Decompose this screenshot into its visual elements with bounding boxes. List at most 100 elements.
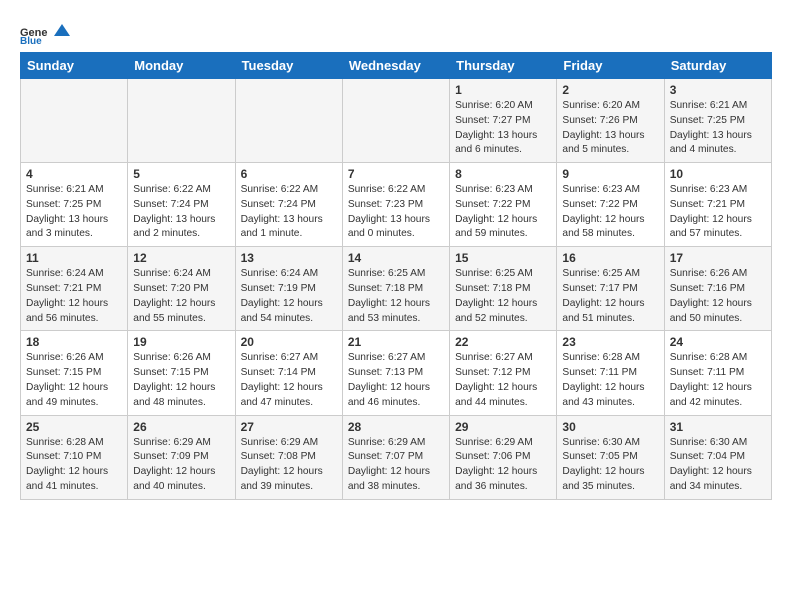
day-number: 9 [562, 167, 658, 181]
calendar-week-row: 25Sunrise: 6:28 AM Sunset: 7:10 PM Dayli… [21, 415, 772, 499]
logo-icon: General Blue [20, 16, 48, 44]
calendar-cell: 25Sunrise: 6:28 AM Sunset: 7:10 PM Dayli… [21, 415, 128, 499]
calendar-cell: 24Sunrise: 6:28 AM Sunset: 7:11 PM Dayli… [664, 331, 771, 415]
calendar-cell: 28 Sunrise: 6:29 AM Sunset: 7:07 PM Dayli… [342, 415, 449, 499]
day-info: Sunrise: 6:21 AM Sunset: 7:25 PM Dayligh… [26, 184, 108, 239]
calendar-cell: 7 Sunrise: 6:22 AM Sunset: 7:23 PM Daylig… [342, 163, 449, 247]
calendar-cell: 19 Sunrise: 6:26 AM Sunset: 7:15 PM Dayli… [128, 331, 235, 415]
calendar-cell: 30 Sunrise: 6:30 AM Sunset: 7:05 PM Dayli… [557, 415, 664, 499]
calendar-cell: 18 Sunrise: 6:26 AM Sunset: 7:15 PM Dayli… [21, 331, 128, 415]
day-number: 4 [26, 167, 122, 181]
day-number: 15 [455, 251, 551, 265]
calendar-cell: 2 Sunrise: 6:20 AM Sunset: 7:26 PM Daylig… [557, 79, 664, 163]
day-number: 16 [562, 251, 658, 265]
day-number: 3 [670, 83, 766, 97]
day-info: Sunrise: 6:29 AM Sunset: 7:06 PM Dayligh… [455, 437, 537, 492]
day-info: Sunrise: 6:24 AM Sunset: 7:21 PM Dayligh… [26, 268, 108, 323]
day-info: Sunrise: 6:30 AM Sunset: 7:05 PM Dayligh… [562, 437, 644, 492]
calendar-cell [235, 79, 342, 163]
calendar-cell: 11Sunrise: 6:24 AM Sunset: 7:21 PM Dayli… [21, 247, 128, 331]
day-number: 14 [348, 251, 444, 265]
day-number: 8 [455, 167, 551, 181]
calendar-cell: 17 Sunrise: 6:26 AM Sunset: 7:16 PM Dayli… [664, 247, 771, 331]
day-info: Sunrise: 6:25 AM Sunset: 7:18 PM Dayligh… [455, 268, 537, 323]
day-info: Sunrise: 6:27 AM Sunset: 7:13 PM Dayligh… [348, 352, 430, 407]
calendar-cell: 6 Sunrise: 6:22 AM Sunset: 7:24 PM Daylig… [235, 163, 342, 247]
calendar-cell: 31Sunrise: 6:30 AM Sunset: 7:04 PM Dayli… [664, 415, 771, 499]
svg-text:Blue: Blue [20, 36, 42, 44]
calendar-week-row: 11Sunrise: 6:24 AM Sunset: 7:21 PM Dayli… [21, 247, 772, 331]
calendar-cell: 9 Sunrise: 6:23 AM Sunset: 7:22 PM Daylig… [557, 163, 664, 247]
calendar-cell: 4 Sunrise: 6:21 AM Sunset: 7:25 PM Daylig… [21, 163, 128, 247]
calendar-header-tuesday: Tuesday [235, 53, 342, 79]
day-number: 29 [455, 420, 551, 434]
day-number: 20 [241, 335, 337, 349]
logo: General Blue [20, 16, 70, 44]
calendar-week-row: 18 Sunrise: 6:26 AM Sunset: 7:15 PM Dayli… [21, 331, 772, 415]
calendar-week-row: 1Sunrise: 6:20 AM Sunset: 7:27 PM Daylig… [21, 79, 772, 163]
calendar-header-monday: Monday [128, 53, 235, 79]
day-number: 18 [26, 335, 122, 349]
calendar-table: SundayMondayTuesdayWednesdayThursdayFrid… [20, 52, 772, 500]
calendar-cell: 12Sunrise: 6:24 AM Sunset: 7:20 PM Dayli… [128, 247, 235, 331]
day-info: Sunrise: 6:26 AM Sunset: 7:16 PM Dayligh… [670, 268, 752, 323]
day-info: Sunrise: 6:28 AM Sunset: 7:11 PM Dayligh… [562, 352, 644, 407]
calendar-cell: 29 Sunrise: 6:29 AM Sunset: 7:06 PM Dayli… [450, 415, 557, 499]
day-info: Sunrise: 6:25 AM Sunset: 7:17 PM Dayligh… [562, 268, 644, 323]
calendar-cell: 3 Sunrise: 6:21 AM Sunset: 7:25 PM Daylig… [664, 79, 771, 163]
day-number: 1 [455, 83, 551, 97]
calendar-cell: 5 Sunrise: 6:22 AM Sunset: 7:24 PM Daylig… [128, 163, 235, 247]
header: General Blue [20, 16, 772, 44]
calendar-cell: 26 Sunrise: 6:29 AM Sunset: 7:09 PM Dayli… [128, 415, 235, 499]
calendar-cell: 15 Sunrise: 6:25 AM Sunset: 7:18 PM Dayli… [450, 247, 557, 331]
day-number: 17 [670, 251, 766, 265]
day-number: 26 [133, 420, 229, 434]
calendar-cell: 10Sunrise: 6:23 AM Sunset: 7:21 PM Dayli… [664, 163, 771, 247]
day-info: Sunrise: 6:26 AM Sunset: 7:15 PM Dayligh… [26, 352, 108, 407]
day-info: Sunrise: 6:22 AM Sunset: 7:23 PM Dayligh… [348, 184, 430, 239]
day-info: Sunrise: 6:25 AM Sunset: 7:18 PM Dayligh… [348, 268, 430, 323]
logo-triangle-icon [54, 22, 70, 38]
day-number: 6 [241, 167, 337, 181]
calendar-header-friday: Friday [557, 53, 664, 79]
calendar-header-thursday: Thursday [450, 53, 557, 79]
calendar-cell: 27 Sunrise: 6:29 AM Sunset: 7:08 PM Dayli… [235, 415, 342, 499]
day-number: 7 [348, 167, 444, 181]
day-info: Sunrise: 6:20 AM Sunset: 7:26 PM Dayligh… [562, 100, 644, 155]
day-info: Sunrise: 6:21 AM Sunset: 7:25 PM Dayligh… [670, 100, 752, 155]
day-info: Sunrise: 6:29 AM Sunset: 7:08 PM Dayligh… [241, 437, 323, 492]
calendar-cell: 8Sunrise: 6:23 AM Sunset: 7:22 PM Daylig… [450, 163, 557, 247]
calendar-cell [342, 79, 449, 163]
day-info: Sunrise: 6:22 AM Sunset: 7:24 PM Dayligh… [133, 184, 215, 239]
day-info: Sunrise: 6:29 AM Sunset: 7:09 PM Dayligh… [133, 437, 215, 492]
day-number: 13 [241, 251, 337, 265]
day-number: 19 [133, 335, 229, 349]
day-info: Sunrise: 6:22 AM Sunset: 7:24 PM Dayligh… [241, 184, 323, 239]
day-number: 25 [26, 420, 122, 434]
day-info: Sunrise: 6:29 AM Sunset: 7:07 PM Dayligh… [348, 437, 430, 492]
day-number: 22 [455, 335, 551, 349]
day-info: Sunrise: 6:24 AM Sunset: 7:19 PM Dayligh… [241, 268, 323, 323]
day-number: 28 [348, 420, 444, 434]
day-number: 10 [670, 167, 766, 181]
calendar-cell: 1Sunrise: 6:20 AM Sunset: 7:27 PM Daylig… [450, 79, 557, 163]
day-number: 5 [133, 167, 229, 181]
calendar-cell: 22Sunrise: 6:27 AM Sunset: 7:12 PM Dayli… [450, 331, 557, 415]
calendar-cell [21, 79, 128, 163]
calendar-header-row: SundayMondayTuesdayWednesdayThursdayFrid… [21, 53, 772, 79]
calendar-cell: 20 Sunrise: 6:27 AM Sunset: 7:14 PM Dayli… [235, 331, 342, 415]
day-info: Sunrise: 6:26 AM Sunset: 7:15 PM Dayligh… [133, 352, 215, 407]
day-number: 2 [562, 83, 658, 97]
day-info: Sunrise: 6:27 AM Sunset: 7:14 PM Dayligh… [241, 352, 323, 407]
calendar-week-row: 4 Sunrise: 6:21 AM Sunset: 7:25 PM Daylig… [21, 163, 772, 247]
day-info: Sunrise: 6:28 AM Sunset: 7:11 PM Dayligh… [670, 352, 752, 407]
day-number: 21 [348, 335, 444, 349]
calendar-cell [128, 79, 235, 163]
day-number: 30 [562, 420, 658, 434]
calendar-header-sunday: Sunday [21, 53, 128, 79]
day-number: 27 [241, 420, 337, 434]
day-number: 23 [562, 335, 658, 349]
day-info: Sunrise: 6:24 AM Sunset: 7:20 PM Dayligh… [133, 268, 215, 323]
page: General Blue SundayMondayTuesdayWednesda… [0, 0, 792, 516]
day-info: Sunrise: 6:23 AM Sunset: 7:22 PM Dayligh… [562, 184, 644, 239]
